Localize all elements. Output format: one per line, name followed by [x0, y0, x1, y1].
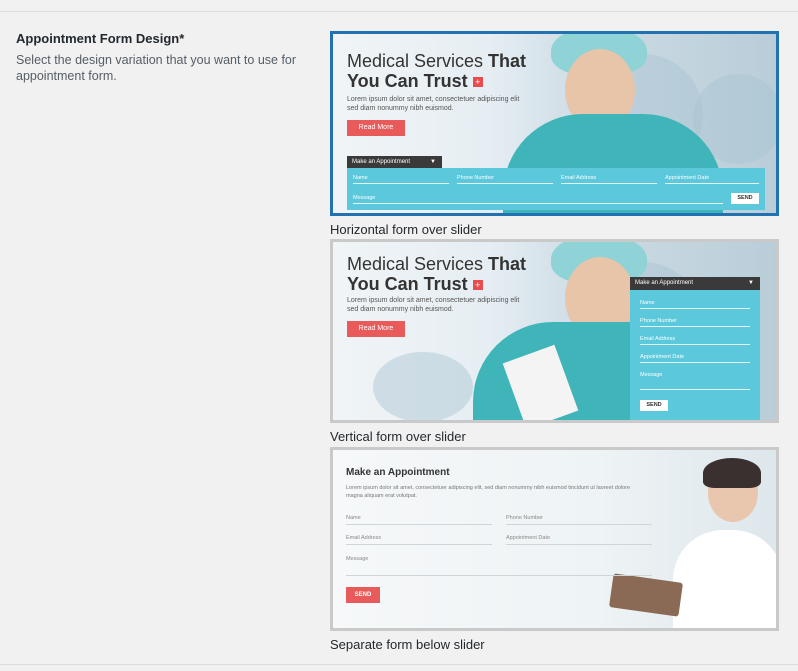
hero-title: Medical Services That You Can Trust +: [347, 254, 527, 294]
form-title: Make an Appointment: [346, 467, 450, 478]
field-email: Email Address: [346, 535, 492, 545]
field-date: Appointment Date: [506, 535, 652, 545]
field-phone: Phone Number: [506, 515, 652, 525]
field-phone: Phone Number: [457, 175, 553, 184]
hero-text: Lorem ipsum dolor sit amet, consectetuer…: [347, 96, 520, 112]
top-divider: [0, 11, 798, 12]
field-date: Appointment Date: [640, 354, 750, 363]
option-caption: Horizontal form over slider: [330, 222, 482, 237]
field-email: Email Address: [640, 336, 750, 345]
field-title: Appointment Form Design*: [16, 31, 185, 46]
hero-text: Lorem ipsum dolor sit amet, consectetuer…: [347, 297, 520, 313]
form-header-bar: Make an Appointment ▼: [347, 156, 442, 168]
field-message: Message: [640, 372, 750, 390]
read-more-button: Read More: [347, 120, 405, 136]
thumbnail-horizontal[interactable]: Medical Services That You Can Trust + Lo…: [330, 31, 779, 216]
field-description: Select the design variation that you wan…: [16, 53, 297, 83]
option-caption: Vertical form over slider: [330, 429, 466, 444]
form-text: Lorem ipsum dolor sit amet, consectetuer…: [346, 485, 631, 499]
send-button: SEND: [731, 193, 759, 204]
field-name: Name: [353, 175, 449, 184]
send-button: SEND: [640, 400, 668, 411]
field-name: Name: [640, 300, 750, 309]
form-header-bar: Make an Appointment ▼: [630, 277, 760, 290]
option-horizontal[interactable]: Medical Services That You Can Trust + Lo…: [330, 31, 779, 237]
field-date: Appointment Date: [665, 175, 759, 184]
medical-cross-icon: +: [472, 77, 483, 88]
caret-down-icon: ▼: [748, 280, 754, 286]
medical-cross-icon: +: [472, 280, 483, 291]
caret-down-icon: ▼: [430, 159, 436, 165]
option-vertical[interactable]: Medical Services That You Can Trust + Lo…: [330, 239, 779, 444]
option-caption: Separate form below slider: [330, 637, 485, 652]
option-separate[interactable]: Make an Appointment Lorem ipsum dolor si…: [330, 447, 779, 652]
field-message: Message: [346, 556, 652, 576]
send-button: SEND: [346, 587, 380, 603]
field-phone: Phone Number: [640, 318, 750, 327]
thumbnail-separate[interactable]: Make an Appointment Lorem ipsum dolor si…: [330, 447, 779, 631]
doctor-hair: [703, 458, 761, 488]
hero-title: Medical Services That You Can Trust +: [347, 51, 527, 91]
field-name: Name: [346, 515, 492, 525]
field-message: Message: [353, 195, 723, 204]
doctor-coat: [673, 530, 776, 628]
bottom-divider: [0, 664, 798, 665]
read-more-button: Read More: [347, 321, 405, 337]
form-panel: Name Phone Number Email Address Appointm…: [630, 290, 760, 420]
field-email: Email Address: [561, 175, 657, 184]
thumbnail-vertical[interactable]: Medical Services That You Can Trust + Lo…: [330, 239, 779, 423]
form-panel: Name Phone Number Email Address Appointm…: [347, 168, 765, 210]
